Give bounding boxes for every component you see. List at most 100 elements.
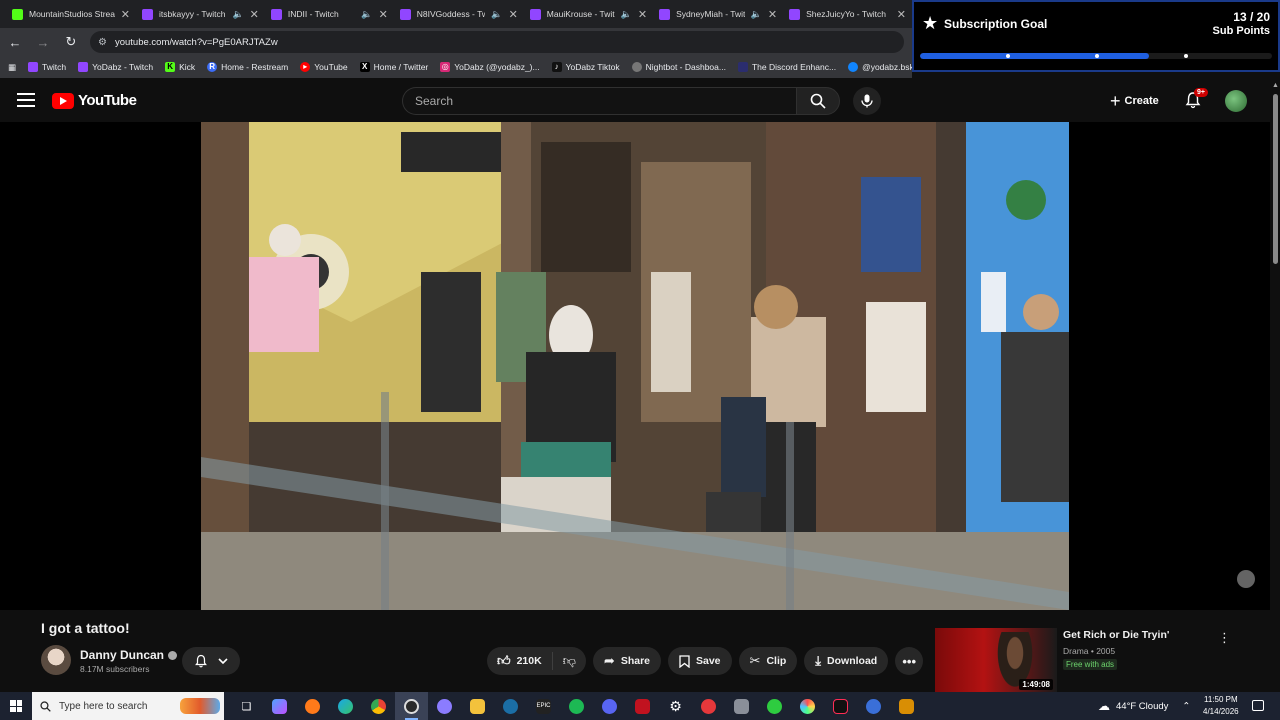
speaker-icon[interactable]: 🔈 bbox=[361, 9, 372, 20]
browser-tab[interactable]: MountainStudios Strea ✕ bbox=[6, 0, 136, 28]
speaker-icon[interactable]: 🔈 bbox=[491, 9, 502, 20]
copilot-icon[interactable] bbox=[263, 692, 296, 720]
more-vertical-icon[interactable]: ⋮ bbox=[1218, 630, 1231, 646]
close-icon[interactable]: ✕ bbox=[379, 8, 388, 21]
browser-tab[interactable]: ShezJuicyYo - Twitch ✕ bbox=[783, 0, 912, 28]
twitch-icon bbox=[789, 8, 801, 20]
blue-app-icon[interactable] bbox=[857, 692, 890, 720]
like-count: 210K bbox=[516, 655, 542, 667]
scroll-up-icon[interactable]: ▲ bbox=[1272, 82, 1279, 89]
obs-icon[interactable] bbox=[395, 692, 428, 720]
game-app-icon[interactable] bbox=[890, 692, 923, 720]
chrome-icon[interactable] bbox=[362, 692, 395, 720]
account-avatar[interactable] bbox=[1225, 90, 1247, 112]
speaker-icon[interactable]: 🔈 bbox=[751, 9, 762, 20]
weather-text[interactable]: 44°F Cloudy bbox=[1116, 701, 1168, 712]
search-input[interactable]: Search bbox=[402, 87, 796, 115]
proton-icon[interactable] bbox=[428, 692, 461, 720]
browser-tab[interactable]: MauiKrouse - Twit 🔈 ✕ bbox=[524, 0, 653, 28]
more-actions-button[interactable]: ••• bbox=[895, 647, 924, 675]
close-icon[interactable]: ✕ bbox=[638, 8, 647, 21]
download-button[interactable]: ⤓ Download bbox=[804, 647, 889, 675]
recommendation-thumbnail[interactable]: 1:49:08 bbox=[935, 628, 1057, 692]
ring-app-icon[interactable] bbox=[791, 692, 824, 720]
save-button[interactable]: Save bbox=[668, 647, 732, 675]
bluesky-icon bbox=[848, 62, 859, 72]
bookmark-bluesky[interactable]: @yodabz.bsky.socia... bbox=[848, 62, 912, 72]
chevron-up-icon[interactable]: ⌃ bbox=[1182, 701, 1190, 712]
bookmark-discord[interactable]: The Discord Enhanc... bbox=[737, 62, 836, 72]
browser-tab[interactable]: INDII - Twitch 🔈 ✕ bbox=[265, 0, 394, 28]
bookmark-tiktok[interactable]: ♪ YoDabz Tiktok bbox=[551, 62, 620, 72]
clip-button[interactable]: ✂ Clip bbox=[738, 647, 798, 675]
bookmark-instagram[interactable]: ◎ YoDabz (@yodabz_)... bbox=[440, 62, 540, 72]
like-button[interactable]: 👍︎ 210K bbox=[487, 652, 553, 670]
bookmark-restream[interactable]: R Home - Restream bbox=[207, 62, 288, 72]
discord-icon bbox=[737, 62, 748, 72]
bookmark-twitch[interactable]: Twitch bbox=[28, 62, 66, 72]
star-icon: ★ bbox=[922, 13, 939, 33]
site-settings-icon[interactable]: ⚙ bbox=[98, 37, 107, 48]
search-button[interactable] bbox=[796, 87, 840, 115]
settings-icon[interactable]: ⚙ bbox=[659, 692, 692, 720]
channel-avatar[interactable] bbox=[41, 645, 71, 675]
browser-tab[interactable]: itsbkayyy - Twitch 🔈 ✕ bbox=[136, 0, 265, 28]
browser-tab[interactable]: N8IVGoddess - Twi 🔈 ✕ bbox=[394, 0, 524, 28]
close-icon[interactable]: ✕ bbox=[121, 8, 130, 21]
apps-icon[interactable]: ▦ bbox=[8, 62, 16, 73]
youtube-wordmark: YouTube bbox=[78, 92, 137, 109]
tab-title: MauiKrouse - Twit bbox=[546, 9, 615, 19]
bookmark-yodabz-twitch[interactable]: YoDabz - Twitch bbox=[78, 62, 153, 72]
notifications-button[interactable]: 9+ bbox=[1184, 88, 1208, 111]
scrollbar-thumb[interactable] bbox=[1273, 94, 1278, 264]
monitor-app-icon[interactable] bbox=[725, 692, 758, 720]
youtube-logo[interactable]: YouTube bbox=[52, 92, 137, 109]
video-frame[interactable] bbox=[201, 122, 1069, 610]
voice-search-button[interactable] bbox=[853, 87, 881, 115]
reload-icon[interactable]: ↻ bbox=[62, 34, 80, 50]
video-player[interactable] bbox=[0, 122, 1270, 610]
close-icon[interactable]: ✕ bbox=[897, 8, 906, 21]
taskbar-clock[interactable]: 11:50 PM 4/14/2026 bbox=[1203, 694, 1239, 718]
epic-games-icon[interactable]: EPIC bbox=[527, 692, 560, 720]
recommendation-title[interactable]: Get Rich or Die Tryin' bbox=[1063, 629, 1169, 641]
hamburger-menu-icon[interactable] bbox=[17, 91, 35, 109]
close-icon[interactable]: ✕ bbox=[250, 8, 259, 21]
subscription-notification-button[interactable] bbox=[182, 647, 240, 675]
share-button[interactable]: ➦ Share bbox=[592, 647, 661, 675]
forward-icon[interactable]: → bbox=[34, 35, 52, 50]
bookmark-label: YoDabz (@yodabz_)... bbox=[454, 62, 540, 72]
bookmark-youtube[interactable]: ▸ YouTube bbox=[300, 62, 348, 72]
kick-icon: K bbox=[165, 62, 176, 72]
green-app-icon[interactable] bbox=[758, 692, 791, 720]
speaker-icon[interactable]: 🔈 bbox=[232, 9, 243, 20]
red-app-icon[interactable] bbox=[626, 692, 659, 720]
start-button[interactable] bbox=[0, 692, 32, 720]
spotify-icon[interactable] bbox=[560, 692, 593, 720]
player-overlay-icon[interactable] bbox=[1237, 570, 1255, 588]
tiktok-icon[interactable] bbox=[824, 692, 857, 720]
channel-name[interactable]: Danny Duncan bbox=[80, 648, 178, 662]
steam-icon[interactable] bbox=[494, 692, 527, 720]
task-view-icon[interactable]: ❏ bbox=[230, 692, 263, 720]
file-explorer-icon[interactable] bbox=[461, 692, 494, 720]
bookmark-twitter[interactable]: X Home / Twitter bbox=[359, 62, 428, 72]
record-app-icon[interactable] bbox=[692, 692, 725, 720]
firefox-icon[interactable] bbox=[296, 692, 329, 720]
browser-tab[interactable]: SydneyMiah - Twit 🔈 ✕ bbox=[653, 0, 783, 28]
back-icon[interactable]: ← bbox=[6, 35, 24, 50]
notification-center-icon[interactable] bbox=[1252, 700, 1264, 711]
bookmark-nightbot[interactable]: Nightbot - Dashboa... bbox=[631, 62, 726, 72]
create-button[interactable]: + Create bbox=[1104, 89, 1165, 113]
close-icon[interactable]: ✕ bbox=[509, 8, 518, 21]
bookmark-kick[interactable]: K Kick bbox=[165, 62, 195, 72]
page-scrollbar[interactable]: ▲ bbox=[1270, 78, 1280, 692]
url-field[interactable]: ⚙ youtube.com/watch?v=PgE0ARJTAZw bbox=[90, 31, 904, 53]
speaker-icon[interactable]: 🔈 bbox=[621, 9, 632, 20]
taskbar-search-input[interactable]: Type here to search bbox=[32, 692, 224, 720]
edge-icon[interactable] bbox=[329, 692, 362, 720]
discord-icon[interactable] bbox=[593, 692, 626, 720]
tiktok-icon: ♪ bbox=[551, 62, 562, 72]
dislike-button[interactable]: 👎︎ bbox=[553, 653, 586, 669]
close-icon[interactable]: ✕ bbox=[768, 8, 777, 21]
